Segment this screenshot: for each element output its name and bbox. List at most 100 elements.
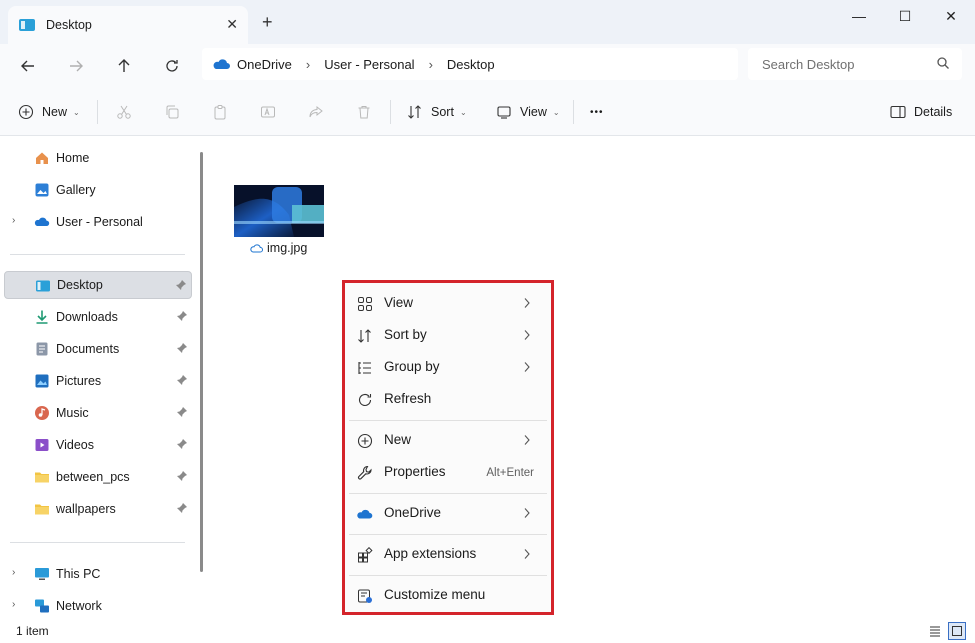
breadcrumb-separator[interactable]: ›: [429, 57, 433, 72]
breadcrumb-desktop[interactable]: Desktop: [447, 57, 495, 72]
sidebar-item-documents[interactable]: Documents: [4, 335, 192, 363]
new-tab-button[interactable]: +: [262, 13, 273, 31]
pin-icon[interactable]: [176, 342, 188, 354]
sidebar-item-gallery[interactable]: Gallery: [4, 176, 192, 204]
sort-button[interactable]: Sort ⌄: [407, 100, 467, 124]
refresh-button[interactable]: [160, 54, 184, 78]
menu-item-customize-menu[interactable]: Customize menu: [345, 581, 551, 611]
menu-item-group-by[interactable]: Group by: [345, 353, 551, 383]
menu-separator: [349, 493, 547, 494]
pin-icon[interactable]: [176, 374, 188, 386]
pin-icon[interactable]: [176, 310, 188, 322]
file-name-label: img.jpg: [267, 241, 308, 255]
sidebar-item-between-pcs[interactable]: between_pcs: [4, 463, 192, 491]
toolbar-divider: [97, 100, 98, 124]
chevron-down-icon: ⌄: [459, 107, 467, 117]
menu-item-refresh[interactable]: Refresh: [345, 385, 551, 415]
wrench-icon: [357, 465, 372, 480]
sidebar-scrollbar[interactable]: [200, 152, 203, 572]
copy-icon: [166, 105, 179, 119]
details-view-button[interactable]: [926, 622, 944, 640]
chevron-right-icon: [524, 330, 530, 340]
address-bar[interactable]: OneDrive › User - Personal › Desktop: [202, 48, 738, 80]
tab-desktop[interactable]: Desktop ✕: [8, 6, 248, 44]
sidebar-item-music[interactable]: Music: [4, 399, 192, 427]
refresh-icon: [358, 393, 372, 406]
menu-item-app-extensions[interactable]: App extensions: [345, 540, 551, 570]
onedrive-icon: [213, 59, 230, 69]
menu-separator: [349, 575, 547, 576]
item-count: 1 item: [16, 624, 49, 638]
sidebar-item-desktop[interactable]: Desktop: [4, 271, 192, 299]
tiles-view-button[interactable]: [948, 622, 966, 640]
breadcrumb-onedrive[interactable]: OneDrive: [237, 57, 292, 72]
sidebar-item-videos[interactable]: Videos: [4, 431, 192, 459]
cut-button[interactable]: [114, 102, 134, 122]
title-bar: Desktop ✕ + — ☐ ✕: [0, 0, 975, 44]
pin-icon[interactable]: [176, 438, 188, 450]
search-input[interactable]: Search Desktop: [748, 48, 962, 80]
menu-item-label: Refresh: [384, 391, 432, 406]
chevron-right-icon[interactable]: ›: [12, 215, 15, 226]
breadcrumb-separator[interactable]: ›: [306, 57, 310, 72]
menu-item-new[interactable]: New: [345, 426, 551, 456]
delete-button[interactable]: [354, 102, 374, 122]
up-button[interactable]: [112, 54, 136, 78]
chevron-right-icon[interactable]: ›: [12, 567, 15, 578]
scissors-icon: [117, 105, 131, 119]
chevron-right-icon: [524, 298, 530, 308]
sidebar-item-wallpapers[interactable]: wallpapers: [4, 495, 192, 523]
details-button-label: Details: [914, 105, 953, 119]
sidebar-item-pictures[interactable]: Pictures: [4, 367, 192, 395]
menu-item-properties[interactable]: Properties Alt+Enter: [345, 458, 551, 488]
chevron-right-icon: [524, 362, 530, 372]
address-row: OneDrive › User - Personal › Desktop Sea…: [0, 44, 975, 88]
pin-icon[interactable]: [176, 502, 188, 514]
copy-button[interactable]: [162, 102, 182, 122]
share-button[interactable]: [306, 102, 326, 122]
sidebar-divider: [10, 542, 185, 543]
sidebar-item-downloads[interactable]: Downloads: [4, 303, 192, 331]
status-bar: 1 item: [0, 619, 975, 643]
sidebar-divider: [10, 254, 185, 255]
command-bar: New ⌄ Sort ⌄ View ⌄ ••• Details: [0, 88, 975, 136]
chevron-right-icon: [524, 508, 530, 518]
sort-icon: [408, 105, 421, 119]
chevron-right-icon[interactable]: ›: [12, 599, 15, 610]
sidebar-item-home[interactable]: Home: [4, 144, 192, 172]
minimize-button[interactable]: —: [836, 6, 882, 26]
sidebar-item-label: between_pcs: [56, 470, 130, 484]
pin-icon[interactable]: [175, 279, 187, 291]
maximize-button[interactable]: ☐: [882, 6, 928, 26]
pin-icon[interactable]: [176, 470, 188, 482]
sidebar-item-label: Documents: [56, 342, 120, 356]
menu-item-view[interactable]: View: [345, 289, 551, 319]
sidebar-item-this-pc[interactable]: › This PC: [4, 560, 192, 588]
tab-close-icon[interactable]: ✕: [226, 16, 238, 33]
see-more-button[interactable]: •••: [590, 100, 604, 124]
new-button[interactable]: New ⌄: [18, 100, 80, 124]
new-button-label: New: [42, 105, 68, 119]
sidebar-item-user-personal[interactable]: › User - Personal: [4, 208, 192, 236]
navigation-pane: Home Gallery › User - Personal Desktop D…: [0, 137, 210, 619]
home-icon: [36, 152, 48, 164]
close-button[interactable]: ✕: [928, 6, 974, 26]
rename-icon: [261, 106, 275, 118]
back-button[interactable]: [16, 54, 40, 78]
context-menu-highlight: View Sort by Group by Refresh New Proper…: [342, 280, 554, 615]
paste-button[interactable]: [210, 102, 230, 122]
menu-item-label: Group by: [384, 359, 440, 374]
forward-button[interactable]: [64, 54, 88, 78]
view-button[interactable]: View ⌄: [496, 100, 560, 124]
details-button[interactable]: Details: [890, 100, 952, 124]
file-list-area[interactable]: img.jpg: [210, 137, 975, 619]
rename-button[interactable]: [258, 102, 278, 122]
pin-icon[interactable]: [176, 406, 188, 418]
sidebar-item-label: Downloads: [56, 310, 118, 324]
file-thumbnail[interactable]: [234, 185, 324, 237]
menu-item-onedrive[interactable]: OneDrive: [345, 499, 551, 529]
sidebar-item-network[interactable]: › Network: [4, 592, 192, 620]
file-name[interactable]: img.jpg: [250, 241, 307, 255]
breadcrumb-user-personal[interactable]: User - Personal: [324, 57, 414, 72]
menu-item-sort-by[interactable]: Sort by: [345, 321, 551, 351]
